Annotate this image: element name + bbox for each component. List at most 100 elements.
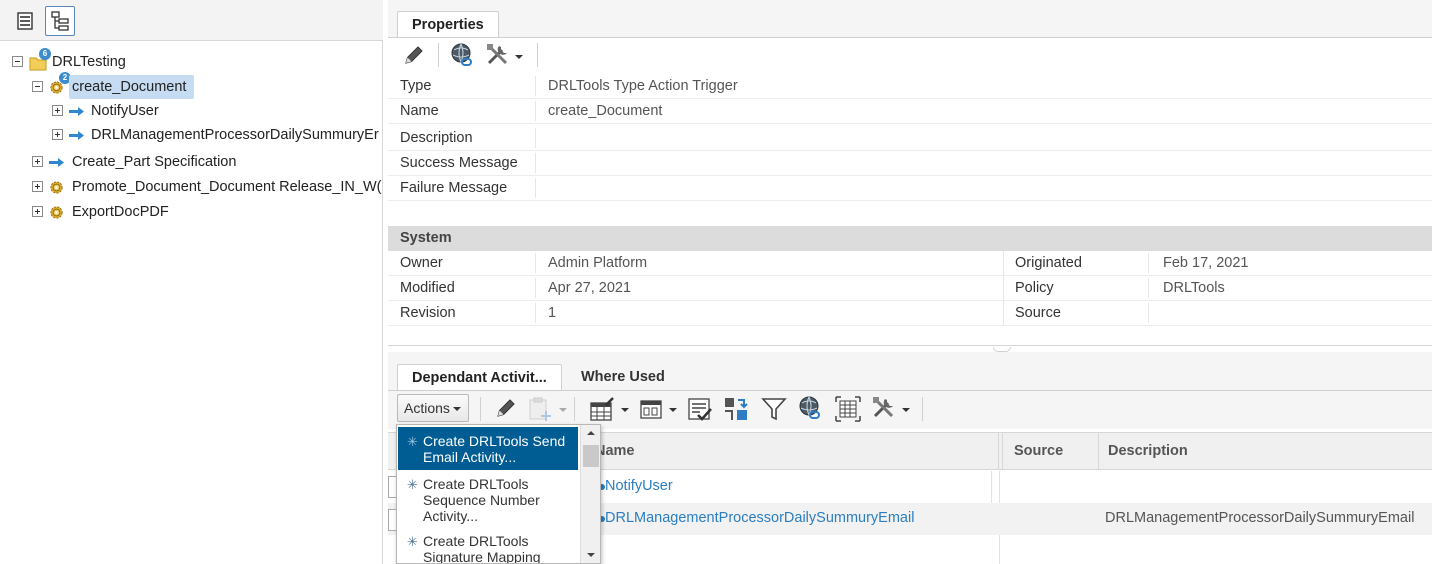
section-title: System [400,230,452,246]
activity-name-link[interactable]: DRLManagementProcessorDailySummuryEmail [605,510,914,526]
tree-node-label: create_Document [69,75,195,99]
collapse-toggle[interactable] [32,81,43,92]
property-separator [535,253,536,273]
activity-name-link[interactable]: NotifyUser [605,478,673,494]
property-separator [535,303,536,323]
tree-node-notifyuser[interactable]: NotifyUser [0,99,383,123]
arrow-right-icon [49,158,64,167]
tree-node-drlmanagement[interactable]: DRLManagementProcessorDailySummuryEr [0,123,383,147]
expand-toggle[interactable] [32,206,43,217]
scroll-up-arrow-icon[interactable] [587,431,595,435]
property-separator [1148,278,1149,298]
edit-pencil-icon[interactable] [494,396,518,420]
paste-new-icon[interactable] [526,395,554,423]
menu-item-line: Sequence Number [423,492,540,508]
chevron-down-icon[interactable] [621,408,629,412]
scroll-thumb[interactable] [583,445,599,467]
menu-item-line: Create DRLTools Send [423,433,566,449]
property-label: Description [400,130,473,146]
property-label: Policy [1015,280,1054,296]
tab-properties[interactable]: Properties [397,11,499,38]
table-edit-icon[interactable] [588,395,616,423]
move-rows-icon[interactable] [722,395,750,423]
edit-pencil-icon[interactable] [402,43,426,67]
property-value: DRLTools [1163,280,1225,296]
toolbar-separator [922,397,923,421]
actions-dropdown-button[interactable]: Actions [397,394,469,422]
tree-node-create-part-specification[interactable]: Create_Part Specification [0,150,383,174]
tree-node-exportdocpdf[interactable]: ExportDocPDF [0,200,383,224]
column-separator [1003,301,1004,325]
gear-icon [50,206,63,219]
property-separator [535,278,536,298]
menu-item-create-send-email-activity[interactable]: ✳ Create DRLTools Send Email Activity... [398,427,578,470]
row-checkbox[interactable] [388,509,396,531]
property-label: Revision [400,305,456,321]
select-table-icon[interactable] [834,395,862,423]
gear-icon [50,181,63,194]
column-separator [1003,251,1004,275]
property-label: Modified [400,280,455,296]
column-layout-icon[interactable] [638,395,666,423]
tree-view-button[interactable] [45,6,75,36]
property-value: Apr 27, 2021 [548,280,632,296]
column-header-description[interactable]: Description [1096,433,1188,469]
chevron-down-icon[interactable] [902,408,910,412]
tree-node-promote-document[interactable]: Promote_Document_Document Release_IN_W( [0,175,383,199]
menu-item-line: Email Activity... [423,449,517,465]
tools-icon[interactable] [484,41,512,69]
globe-link-icon[interactable] [796,394,824,422]
count-badge: 6 [39,48,51,60]
property-separator [535,76,536,96]
tree-node-label: DRLManagementProcessorDailySummuryEr [91,127,379,143]
arrow-right-icon [69,131,84,140]
globe-link-icon[interactable] [448,41,476,69]
tree-view-icon [51,11,69,31]
validate-list-icon[interactable] [686,395,714,423]
tree-node-root[interactable]: 6 DRLTesting [0,48,383,74]
property-label: Originated [1015,255,1082,271]
expand-toggle[interactable] [52,105,63,116]
filter-icon[interactable] [760,395,788,423]
tree-node-label: NotifyUser [91,103,159,119]
tree-node-label: Create_Part Specification [72,154,237,170]
tree-node-label: DRLTesting [52,54,126,70]
tab-where-used[interactable]: Where Used [567,364,679,391]
list-view-icon [17,12,33,30]
expand-toggle[interactable] [32,156,43,167]
property-value: create_Document [548,103,663,119]
chevron-down-icon[interactable] [559,408,567,412]
tools-icon[interactable] [870,394,898,422]
asterisk-icon: ✳ [407,534,418,549]
toolbar-separator [480,397,481,421]
description-cell: DRLManagementProcessorDailySummuryEmail [1105,510,1415,526]
column-header-source[interactable]: Source [1002,433,1063,469]
expand-toggle[interactable] [52,129,63,140]
chevron-down-icon[interactable] [515,55,523,59]
list-view-button[interactable] [10,6,40,36]
menu-item-create-signature-mapping[interactable]: ✳ Create DRLTools Signature Mapping [398,533,578,563]
tree-node-label: ExportDocPDF [72,204,169,220]
toolbar-separator [574,397,575,421]
tab-dependant-activities[interactable]: Dependant Activit... [397,364,562,391]
arrow-right-icon [69,107,84,116]
property-label: Name [400,103,439,119]
chevron-down-icon[interactable] [669,408,677,412]
menu-item-create-sequence-number-activity[interactable]: ✳ Create DRLTools Sequence Number Activi… [398,475,578,527]
toolbar-separator [438,43,439,67]
property-label: Source [1015,305,1061,321]
column-divider[interactable] [998,433,999,469]
property-row-name: Name create_Document [388,99,1432,124]
scroll-down-arrow-icon[interactable] [587,553,595,557]
property-separator [1148,303,1149,323]
menu-scrollbar[interactable] [580,425,600,563]
system-row-owner: Owner Admin Platform Originated Feb 17, … [388,251,1432,276]
panel-splitter[interactable] [388,345,1432,346]
row-checkbox[interactable] [388,476,396,498]
expand-toggle[interactable] [32,181,43,192]
property-label: Failure Message [400,180,508,196]
collapse-toggle[interactable] [12,56,23,67]
property-row-type: Type DRLTools Type Action Trigger [388,74,1432,99]
toolbar-separator [537,43,538,67]
tree-node-create-document[interactable]: 2 create_Document [0,72,383,99]
